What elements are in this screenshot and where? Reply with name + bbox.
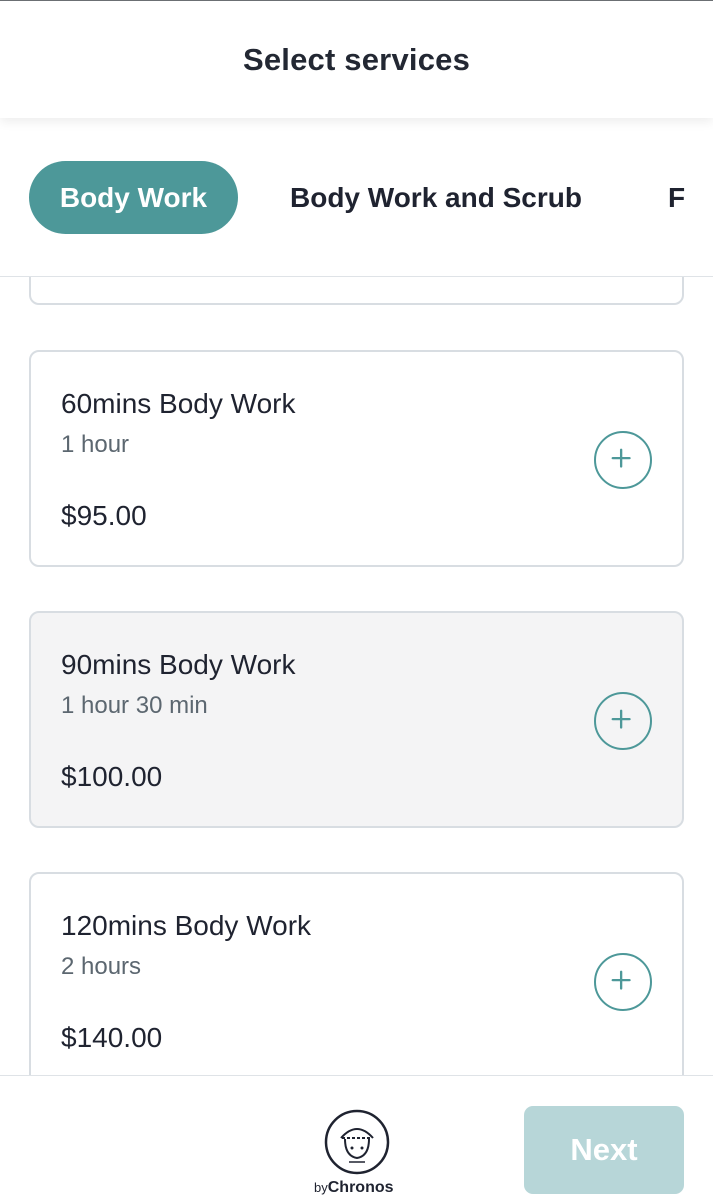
- service-duration: 1 hour 30 min: [61, 692, 208, 719]
- service-name: 120mins Body Work: [61, 910, 312, 941]
- brand-name: Chronos: [327, 1179, 394, 1196]
- service-card[interactable]: 90mins Body Work 1 hour 30 min $100.00: [29, 611, 684, 828]
- app-header: Select services: [0, 0, 713, 118]
- add-service-button[interactable]: [594, 953, 652, 1011]
- service-name: 60mins Body Work: [61, 388, 296, 419]
- tab-next-category[interactable]: F: [668, 161, 685, 234]
- service-price: $95.00: [61, 500, 147, 531]
- category-tabs: Body Work Body Work and Scrub F: [0, 118, 713, 277]
- plus-circle-icon: [611, 970, 631, 990]
- add-service-button[interactable]: [594, 692, 652, 750]
- brand-text: byChronos: [314, 1179, 394, 1197]
- page-title: Select services: [242, 41, 471, 77]
- next-button[interactable]: Next: [524, 1106, 684, 1194]
- services-list[interactable]: 60mins Body Work 1 hour $95.00 90mins Bo…: [0, 277, 713, 1075]
- brand-prefix: by: [314, 1180, 328, 1195]
- tab-body-work-and-scrub[interactable]: Body Work and Scrub: [290, 161, 582, 234]
- service-price: $140.00: [61, 1022, 163, 1053]
- add-service-button[interactable]: [594, 431, 652, 489]
- service-duration: 2 hours: [61, 953, 142, 980]
- plus-circle-icon: [611, 709, 631, 729]
- service-card-partial: [29, 277, 684, 305]
- service-card[interactable]: 60mins Body Work 1 hour $95.00: [29, 350, 684, 567]
- chronos-logo-icon: [324, 1109, 390, 1175]
- service-card[interactable]: 120mins Body Work 2 hours $140.00: [29, 872, 684, 1075]
- tab-body-work[interactable]: Body Work: [29, 161, 238, 234]
- service-name: 90mins Body Work: [61, 649, 296, 680]
- footer-bar: byChronos Next: [0, 1075, 713, 1200]
- plus-circle-icon: [611, 448, 631, 468]
- brand-mark: byChronos: [310, 1108, 404, 1197]
- service-price: $100.00: [61, 761, 163, 792]
- service-duration: 1 hour: [61, 431, 130, 458]
